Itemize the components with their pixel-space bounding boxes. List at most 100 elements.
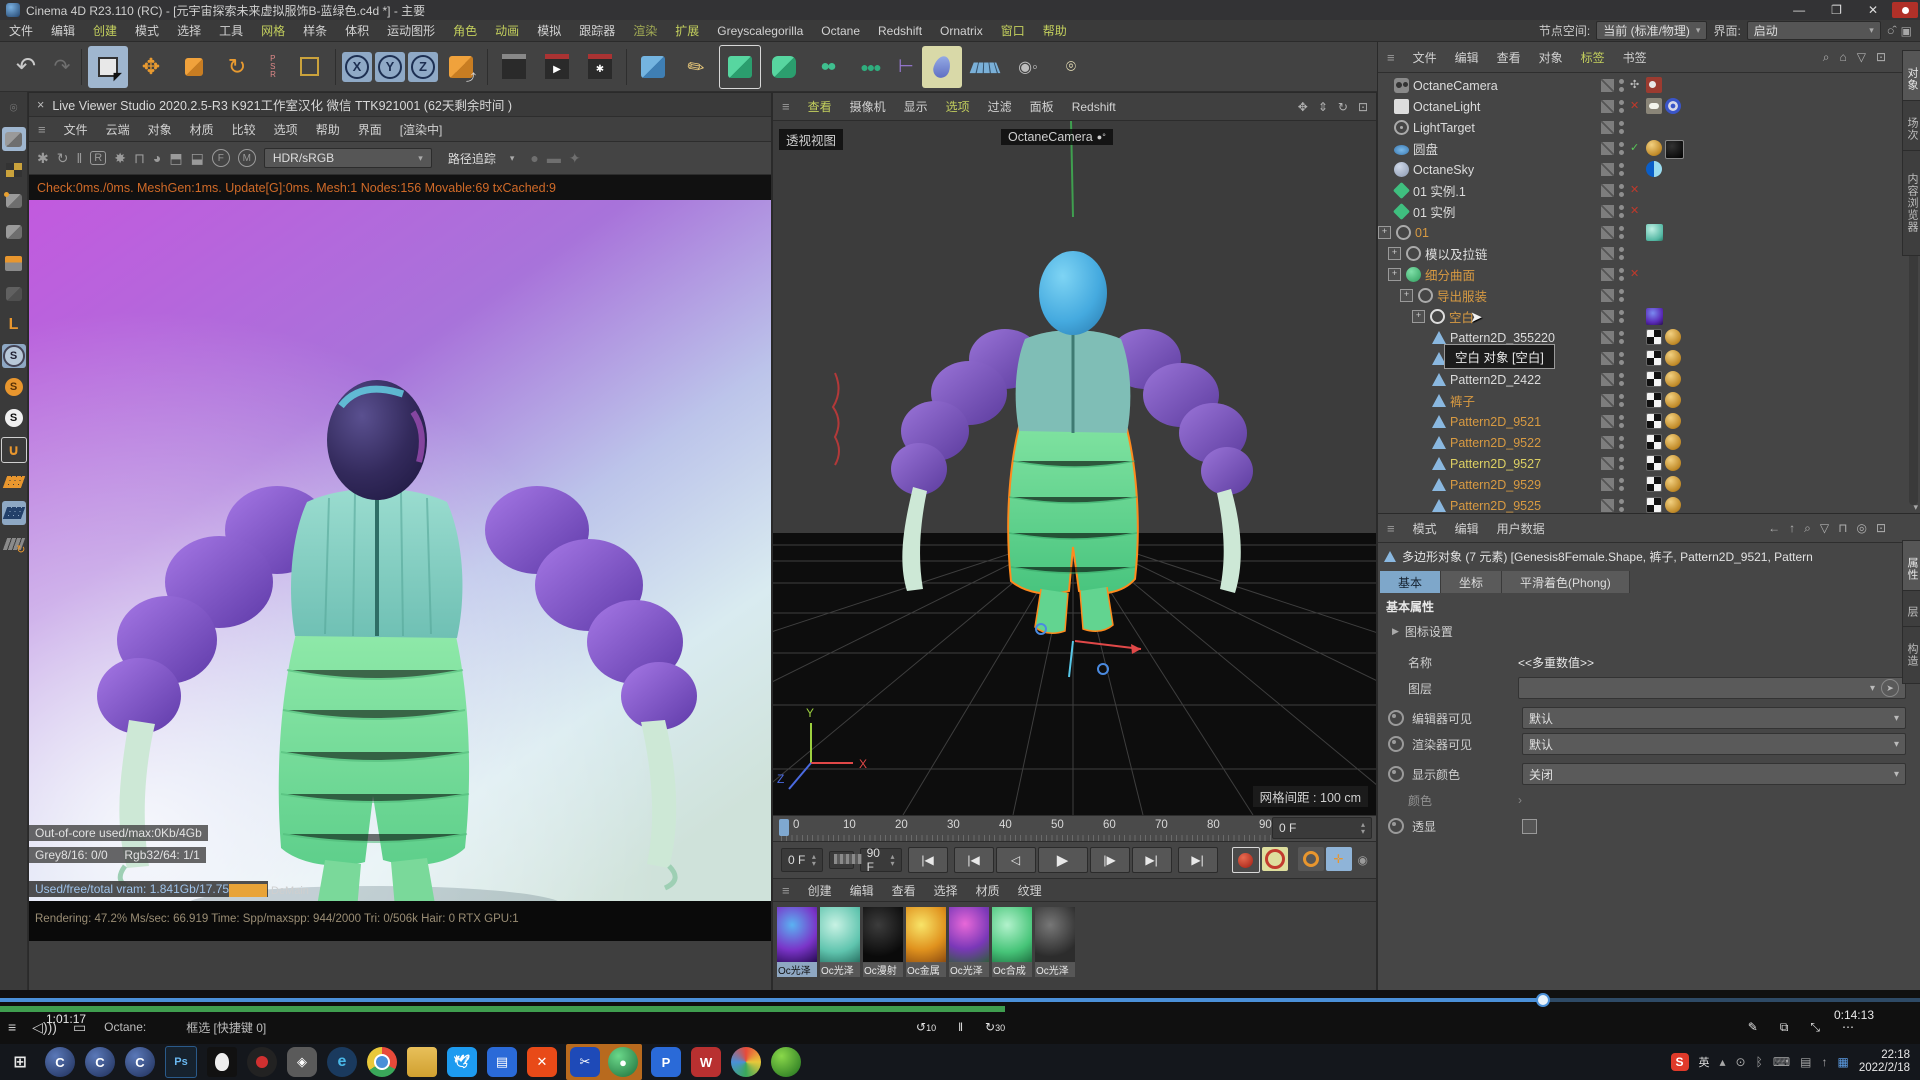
editor-render-dots[interactable]	[1619, 100, 1624, 113]
uvw-tag-icon[interactable]	[1646, 392, 1662, 408]
menu-greyscalegorilla[interactable]: Greyscalegorilla	[708, 24, 812, 38]
snap-s1-icon[interactable]: S	[2, 375, 26, 399]
panel-icon[interactable]: ▣	[1901, 24, 1912, 38]
menu-tracker[interactable]: 跟踪器	[570, 22, 624, 39]
menu-mograph[interactable]: 运动图形	[378, 22, 444, 39]
taskbar-c4d-active[interactable]: ●	[608, 1047, 638, 1077]
editor-render-dots[interactable]	[1619, 163, 1624, 176]
material-swatch[interactable]: Oc光泽	[949, 907, 989, 963]
pip-icon[interactable]: ⧉	[1780, 1020, 1789, 1035]
tweak-mode-icon[interactable]	[2, 282, 26, 306]
object-row[interactable]: Pattern2D_9529	[1378, 474, 1888, 495]
taskbar-xbox[interactable]	[771, 1047, 801, 1077]
tray-expand-icon[interactable]: ▴	[1720, 1055, 1726, 1069]
mat-menu-texture[interactable]: 纹理	[1009, 882, 1051, 899]
live-selection-tool[interactable]: ◤	[88, 46, 128, 88]
expand-toggle[interactable]: +	[1378, 226, 1391, 239]
mat-menu-material[interactable]: 材质	[967, 882, 1009, 899]
visibility-toggle[interactable]	[1601, 142, 1614, 155]
volume-builder-button[interactable]	[922, 46, 962, 88]
editor-render-dots[interactable]	[1619, 142, 1624, 155]
view-type-label[interactable]: 透视视图	[779, 129, 843, 150]
disabled-icon[interactable]: ✕	[1630, 204, 1639, 217]
uvw-tag-icon[interactable]	[1646, 476, 1662, 492]
object-row[interactable]: 圆盘 ✓	[1378, 138, 1888, 159]
taskbar-wps[interactable]: W	[691, 1047, 721, 1077]
taskbar-notes[interactable]: ▤	[487, 1047, 517, 1077]
lv-gear-icon[interactable]: ✸	[114, 150, 126, 167]
material-tag-icon[interactable]	[1665, 329, 1681, 345]
floor-button[interactable]	[965, 46, 1005, 88]
render-settings-button[interactable]: ✱	[580, 46, 620, 88]
xray-checkbox[interactable]	[1522, 819, 1537, 834]
hamburger-icon[interactable]: ≡	[773, 99, 799, 114]
tray-clipboard-icon[interactable]: ▤	[1800, 1055, 1811, 1069]
object-row-selected[interactable]: + 空白 ➤	[1378, 306, 1888, 327]
render-active-button[interactable]: ▶	[537, 46, 577, 88]
expand-toggle[interactable]: +	[1412, 310, 1425, 323]
material-tag-icon[interactable]	[1646, 140, 1662, 156]
play-button[interactable]: ▶	[1038, 847, 1088, 873]
points-mode-icon[interactable]	[2, 189, 26, 213]
material-tag-icon[interactable]	[1665, 497, 1681, 513]
enable-axis-icon[interactable]: S	[2, 344, 26, 368]
om-path-icon[interactable]: ⌂	[1839, 50, 1846, 65]
minimize-button[interactable]: —	[1793, 3, 1805, 17]
hamburger-icon[interactable]: ≡	[29, 122, 55, 137]
material-tag-icon[interactable]	[1665, 350, 1681, 366]
hamburger-icon[interactable]: ≡	[1378, 50, 1404, 65]
am-menu-mode[interactable]: 模式	[1404, 520, 1446, 537]
scale-tool[interactable]	[174, 46, 214, 88]
keyframe-selection-button[interactable]	[1298, 847, 1324, 871]
current-frame-field[interactable]: 0 F▴▾	[1272, 817, 1372, 839]
vp-rotate-icon[interactable]: ↻	[1338, 100, 1348, 114]
menu-render[interactable]: 渲染	[624, 22, 666, 39]
move-tool[interactable]: ✥	[131, 46, 171, 88]
taskbar-edge[interactable]: e	[327, 1047, 357, 1077]
lv-menu-cloud[interactable]: 云端	[97, 121, 139, 138]
material-swatch[interactable]: Oc光泽	[820, 907, 860, 963]
tray-calendar-icon[interactable]: ▦	[1837, 1055, 1848, 1069]
lv-kernel-select[interactable]: 路径追踪▾	[440, 148, 523, 169]
disabled-icon[interactable]: ✕	[1630, 183, 1639, 196]
taskbar-photoshop[interactable]: Ps	[165, 1046, 197, 1078]
psr-recent-tool[interactable]: PSR	[260, 46, 286, 88]
lv-extra1-icon[interactable]: ●	[530, 150, 538, 166]
icon-settings-group[interactable]: ▶图标设置	[1378, 619, 1920, 643]
menu-spline[interactable]: 样条	[294, 22, 336, 39]
editor-render-dots[interactable]	[1619, 79, 1624, 92]
visibility-toggle[interactable]	[1601, 289, 1614, 302]
om-menu-tags[interactable]: 标签	[1572, 49, 1614, 66]
om-menu-view[interactable]: 查看	[1488, 49, 1530, 66]
menu-extensions[interactable]: 扩展	[666, 22, 708, 39]
recorder-icon[interactable]	[1892, 2, 1918, 18]
live-viewer-close[interactable]: ×	[29, 98, 52, 112]
tray-keyboard-icon[interactable]: ⌨	[1773, 1055, 1790, 1069]
vp-menu-display[interactable]: 显示	[895, 98, 937, 115]
lv-menu-file[interactable]: 文件	[55, 121, 97, 138]
editor-render-dots[interactable]	[1619, 394, 1624, 407]
close-button[interactable]: ✕	[1868, 3, 1878, 17]
lv-clay-icon[interactable]: ◕	[153, 150, 161, 166]
material-tag-icon[interactable]	[1665, 455, 1681, 471]
rotate-tool[interactable]: ↻	[217, 46, 257, 88]
object-row[interactable]: + 细分曲面 ✕	[1378, 264, 1888, 285]
mat-menu-select[interactable]: 选择	[925, 882, 967, 899]
uvw-tag-icon[interactable]	[1646, 455, 1662, 471]
om-panel-icon[interactable]: ⊡	[1876, 50, 1886, 65]
menu-volume[interactable]: 体积	[336, 22, 378, 39]
layer-select[interactable]: ▾➤	[1518, 677, 1906, 699]
node-space-select[interactable]: 当前 (标准/物理)▾	[1596, 21, 1707, 40]
editor-render-dots[interactable]	[1619, 121, 1624, 134]
tray-shield-icon[interactable]: ⊙	[1736, 1055, 1746, 1069]
lv-settings-icon[interactable]: ✱	[37, 150, 49, 167]
range-end-field[interactable]: 90 F▴▾	[860, 848, 902, 872]
taskbar-c4d-1[interactable]: C	[45, 1047, 75, 1077]
renderer-visibility-radio[interactable]	[1388, 736, 1404, 752]
more-options-icon[interactable]: ⋯	[1842, 1020, 1854, 1035]
hamburger-icon[interactable]: ≡	[1378, 521, 1404, 536]
uvw-tag-icon[interactable]	[1646, 350, 1662, 366]
object-row[interactable]: + 01	[1378, 222, 1888, 243]
editor-render-dots[interactable]	[1619, 457, 1624, 470]
expand-toggle[interactable]: +	[1388, 247, 1401, 260]
